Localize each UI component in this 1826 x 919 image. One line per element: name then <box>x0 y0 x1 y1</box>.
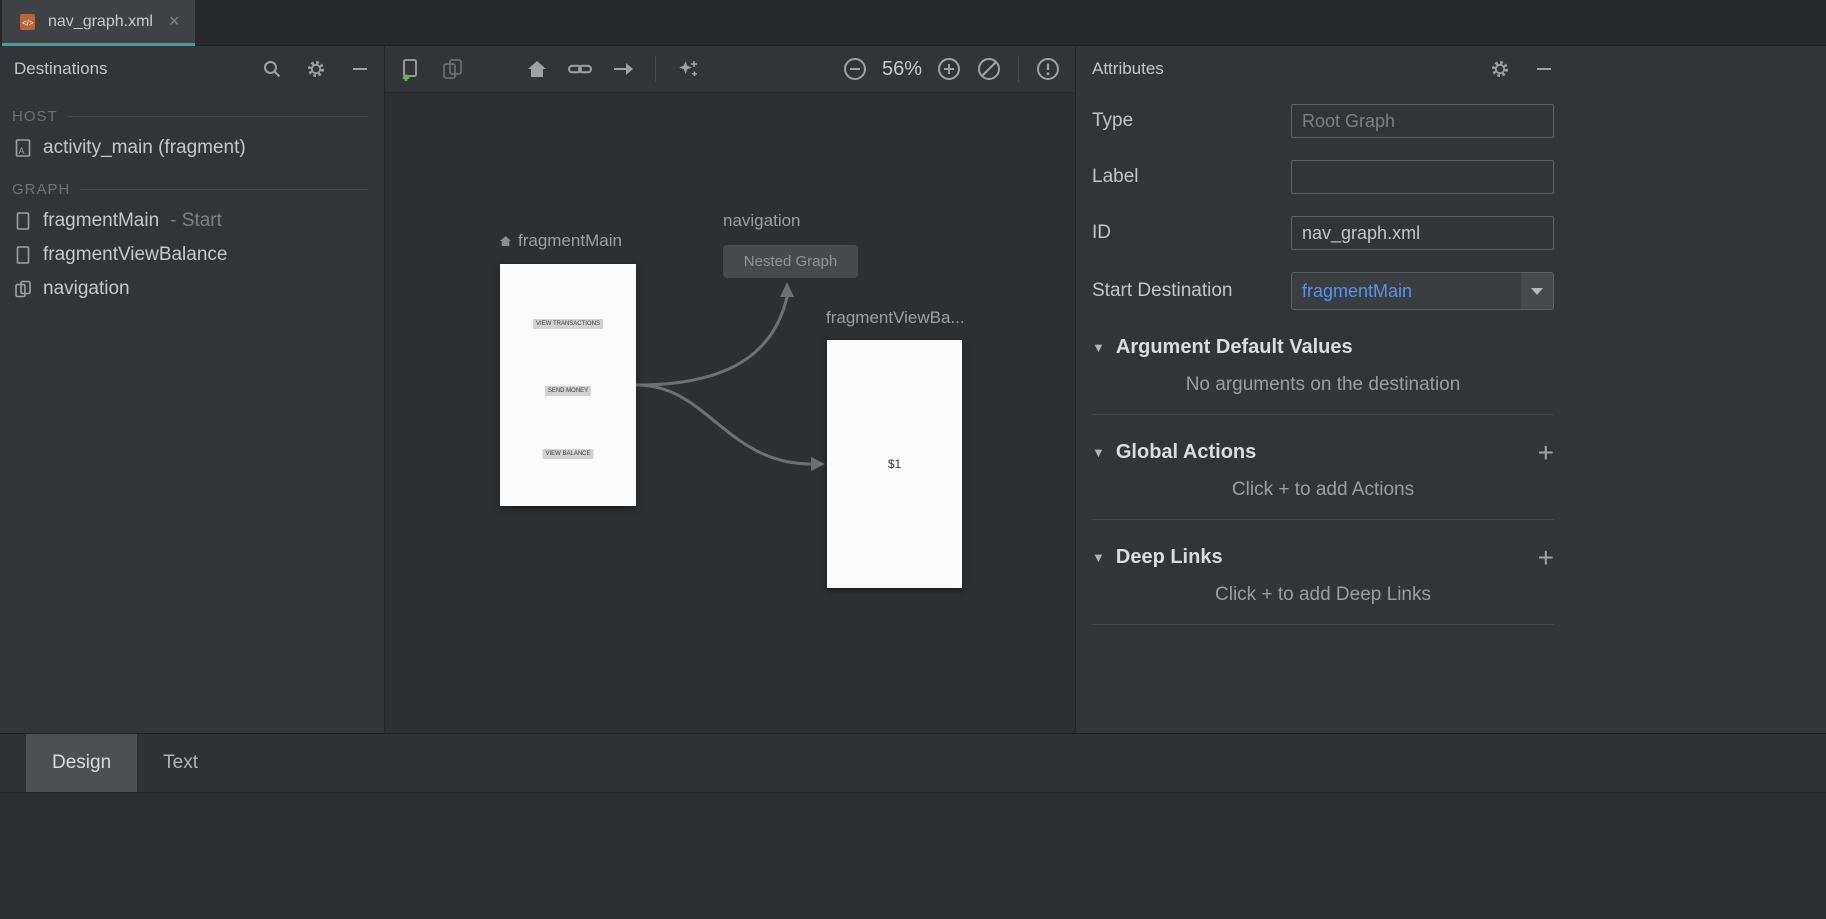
nav-graph-canvas[interactable]: fragmentMain VIEW TRANSACTIONS SEND MONE… <box>385 93 1075 733</box>
close-tab-icon[interactable]: × <box>169 11 180 32</box>
attributes-panel-header: Attributes <box>1092 46 1554 92</box>
error-indicator-icon[interactable] <box>1035 56 1061 82</box>
fragment-view-balance-preview[interactable]: $1 <box>827 340 962 588</box>
action-arrow-icon[interactable] <box>611 57 635 81</box>
mode-tab-strip: Design Text <box>0 734 1826 793</box>
zoom-in-icon[interactable] <box>936 56 962 82</box>
minimize-icon[interactable] <box>1534 59 1554 79</box>
xml-file-icon: </> <box>18 12 38 32</box>
nav-action-arrows <box>385 93 1075 733</box>
add-deep-link-button[interactable]: + <box>1538 548 1554 568</box>
destinations-panel: Destinations HOST A activity_main (fragm… <box>0 46 385 733</box>
destinations-panel-title: Destinations <box>14 59 108 79</box>
tab-design[interactable]: Design <box>26 734 137 792</box>
toolbar-separator <box>1018 56 1019 82</box>
attributes-panel: Attributes Type Label <box>1075 46 1826 733</box>
label-label: Label <box>1092 166 1139 188</box>
fragment-main-canvas-label[interactable]: fragmentMain <box>499 231 622 251</box>
label-field-row: Label <box>1092 160 1554 194</box>
fragment-icon <box>14 211 32 231</box>
nested-graph-chip[interactable]: Nested Graph <box>723 245 858 278</box>
canvas-toolbar: 56% <box>385 46 1075 93</box>
add-global-action-button[interactable]: + <box>1538 443 1554 463</box>
destination-item-label: navigation <box>43 278 130 300</box>
minimize-icon[interactable] <box>350 59 370 79</box>
file-tab-nav-graph[interactable]: </> nav_graph.xml × <box>2 0 195 46</box>
attributes-panel-title: Attributes <box>1092 59 1164 79</box>
android-studio-window: </> nav_graph.xml × Destinations HOST <box>0 0 1826 919</box>
editor-tab-bar: </> nav_graph.xml × <box>0 0 1826 46</box>
nav-editor-surface: 56% <box>385 46 1075 733</box>
destinations-panel-header: Destinations <box>0 46 384 92</box>
search-icon[interactable] <box>262 59 282 79</box>
tab-text[interactable]: Text <box>137 734 224 792</box>
type-label: Type <box>1092 110 1133 132</box>
activity-icon: A <box>14 138 32 158</box>
destination-item-activity-main[interactable]: A activity_main (fragment) <box>0 131 384 165</box>
collapse-triangle-icon: ▼ <box>1092 550 1105 565</box>
collapse-triangle-icon: ▼ <box>1092 445 1105 460</box>
section-global-actions[interactable]: ▼ Global Actions + <box>1092 441 1554 464</box>
start-destination-value: fragmentMain <box>1302 281 1412 302</box>
toolbar-separator <box>655 56 656 82</box>
destination-item-navigation[interactable]: navigation <box>0 272 384 306</box>
destination-item-label: activity_main (fragment) <box>43 137 246 159</box>
global-actions-helper-text: Click + to add Actions <box>1092 479 1554 501</box>
editor-bottom-area: Design Text <box>0 733 1826 919</box>
svg-text:</>: </> <box>22 18 34 27</box>
section-divider <box>1092 624 1554 625</box>
arguments-helper-text: No arguments on the destination <box>1092 374 1554 396</box>
preview-button: SEND MONEY <box>545 386 591 396</box>
start-destination-suffix: - Start <box>170 210 222 232</box>
preview-text: $1 <box>888 457 901 471</box>
preview-button: VIEW TRANSACTIONS <box>533 319 603 329</box>
dropdown-arrow-button <box>1521 273 1553 309</box>
start-destination-row: Start Destination fragmentMain <box>1092 272 1554 310</box>
id-field-row: ID <box>1092 216 1554 250</box>
gear-icon[interactable] <box>306 59 326 79</box>
start-destination-label: Start Destination <box>1092 280 1232 302</box>
start-home-icon <box>499 235 512 247</box>
file-tab-title: nav_graph.xml <box>48 13 153 31</box>
host-section-label: HOST <box>12 108 368 125</box>
deep-links-helper-text: Click + to add Deep Links <box>1092 584 1554 606</box>
section-deep-links[interactable]: ▼ Deep Links + <box>1092 546 1554 569</box>
type-field[interactable] <box>1291 104 1554 138</box>
destination-item-label: fragmentViewBalance <box>43 244 227 266</box>
svg-text:A: A <box>19 146 25 156</box>
destination-item-fragment-main[interactable]: fragmentMain - Start <box>0 204 384 238</box>
start-destination-dropdown[interactable]: fragmentMain <box>1291 272 1554 310</box>
fragment-main-preview[interactable]: VIEW TRANSACTIONS SEND MONEY VIEW BALANC… <box>500 264 636 506</box>
section-argument-default-values[interactable]: ▼ Argument Default Values <box>1092 336 1554 359</box>
navigation-canvas-label[interactable]: navigation <box>723 211 801 231</box>
home-icon[interactable] <box>525 57 549 81</box>
zoom-out-icon[interactable] <box>842 56 868 82</box>
graph-section-label: GRAPH <box>12 181 368 198</box>
fragment-view-balance-canvas-label[interactable]: fragmentViewBa... <box>826 308 965 328</box>
id-label: ID <box>1092 222 1111 244</box>
gear-icon[interactable] <box>1490 59 1510 79</box>
auto-arrange-icon[interactable] <box>676 57 700 81</box>
fragment-icon <box>14 245 32 265</box>
type-field-row: Type <box>1092 104 1554 138</box>
new-destination-icon[interactable] <box>399 57 423 82</box>
preview-button: VIEW BALANCE <box>542 449 593 459</box>
zoom-level: 56% <box>882 58 922 81</box>
link-icon[interactable] <box>567 57 593 81</box>
new-nested-graph-icon[interactable] <box>441 57 465 81</box>
section-divider <box>1092 519 1554 520</box>
destination-item-label: fragmentMain <box>43 210 159 232</box>
zoom-to-fit-icon[interactable] <box>976 56 1002 82</box>
chevron-down-icon <box>1531 288 1543 295</box>
destination-item-fragment-view-balance[interactable]: fragmentViewBalance <box>0 238 384 272</box>
id-field[interactable] <box>1291 216 1554 250</box>
nested-graph-icon <box>14 279 32 299</box>
collapse-triangle-icon: ▼ <box>1092 340 1105 355</box>
label-field[interactable] <box>1291 160 1554 194</box>
section-divider <box>1092 414 1554 415</box>
